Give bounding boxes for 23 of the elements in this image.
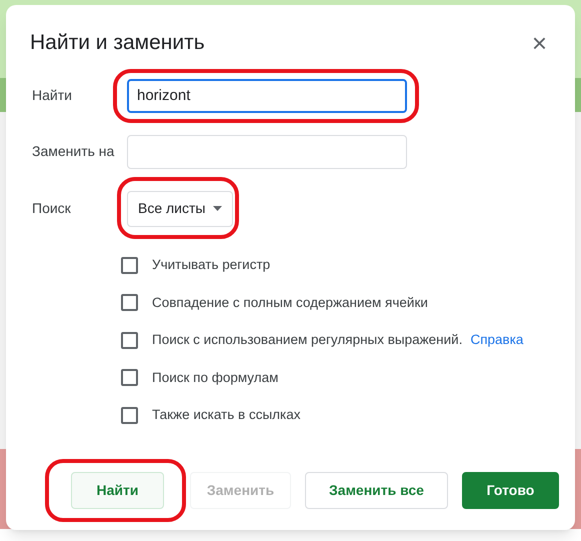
field-label: Заменить на [32, 142, 116, 161]
checkbox[interactable] [121, 332, 138, 349]
action-button[interactable]: Найти [71, 472, 164, 509]
caret-icon [213, 206, 222, 211]
input-field[interactable] [127, 134, 407, 168]
action-button[interactable]: Готово [462, 472, 559, 509]
option-label: Поиск с использованием регулярных выражений. [152, 331, 462, 350]
close-button[interactable]: × [528, 30, 551, 56]
field-label: Найти [32, 86, 73, 105]
dialog-title: Найти и заменить [30, 30, 205, 56]
field-label: Поиск [32, 199, 72, 218]
option-label: Также искать в ссылках [152, 406, 300, 424]
checkbox[interactable] [121, 294, 138, 312]
checkbox[interactable] [121, 256, 138, 274]
scope-dropdown[interactable]: Все листы [127, 190, 234, 226]
input-field[interactable]: horizont [127, 78, 407, 112]
option-label: Совпадение с полным содержанием ячейки [152, 294, 428, 312]
checkbox[interactable] [121, 406, 138, 424]
help-link[interactable]: Справка [470, 330, 524, 350]
action-button[interactable]: Заменить все [305, 472, 448, 509]
checkbox[interactable] [121, 369, 138, 386]
option-label: Учитывать регистр [152, 256, 270, 274]
option-label: Поиск по формулам [152, 368, 278, 387]
